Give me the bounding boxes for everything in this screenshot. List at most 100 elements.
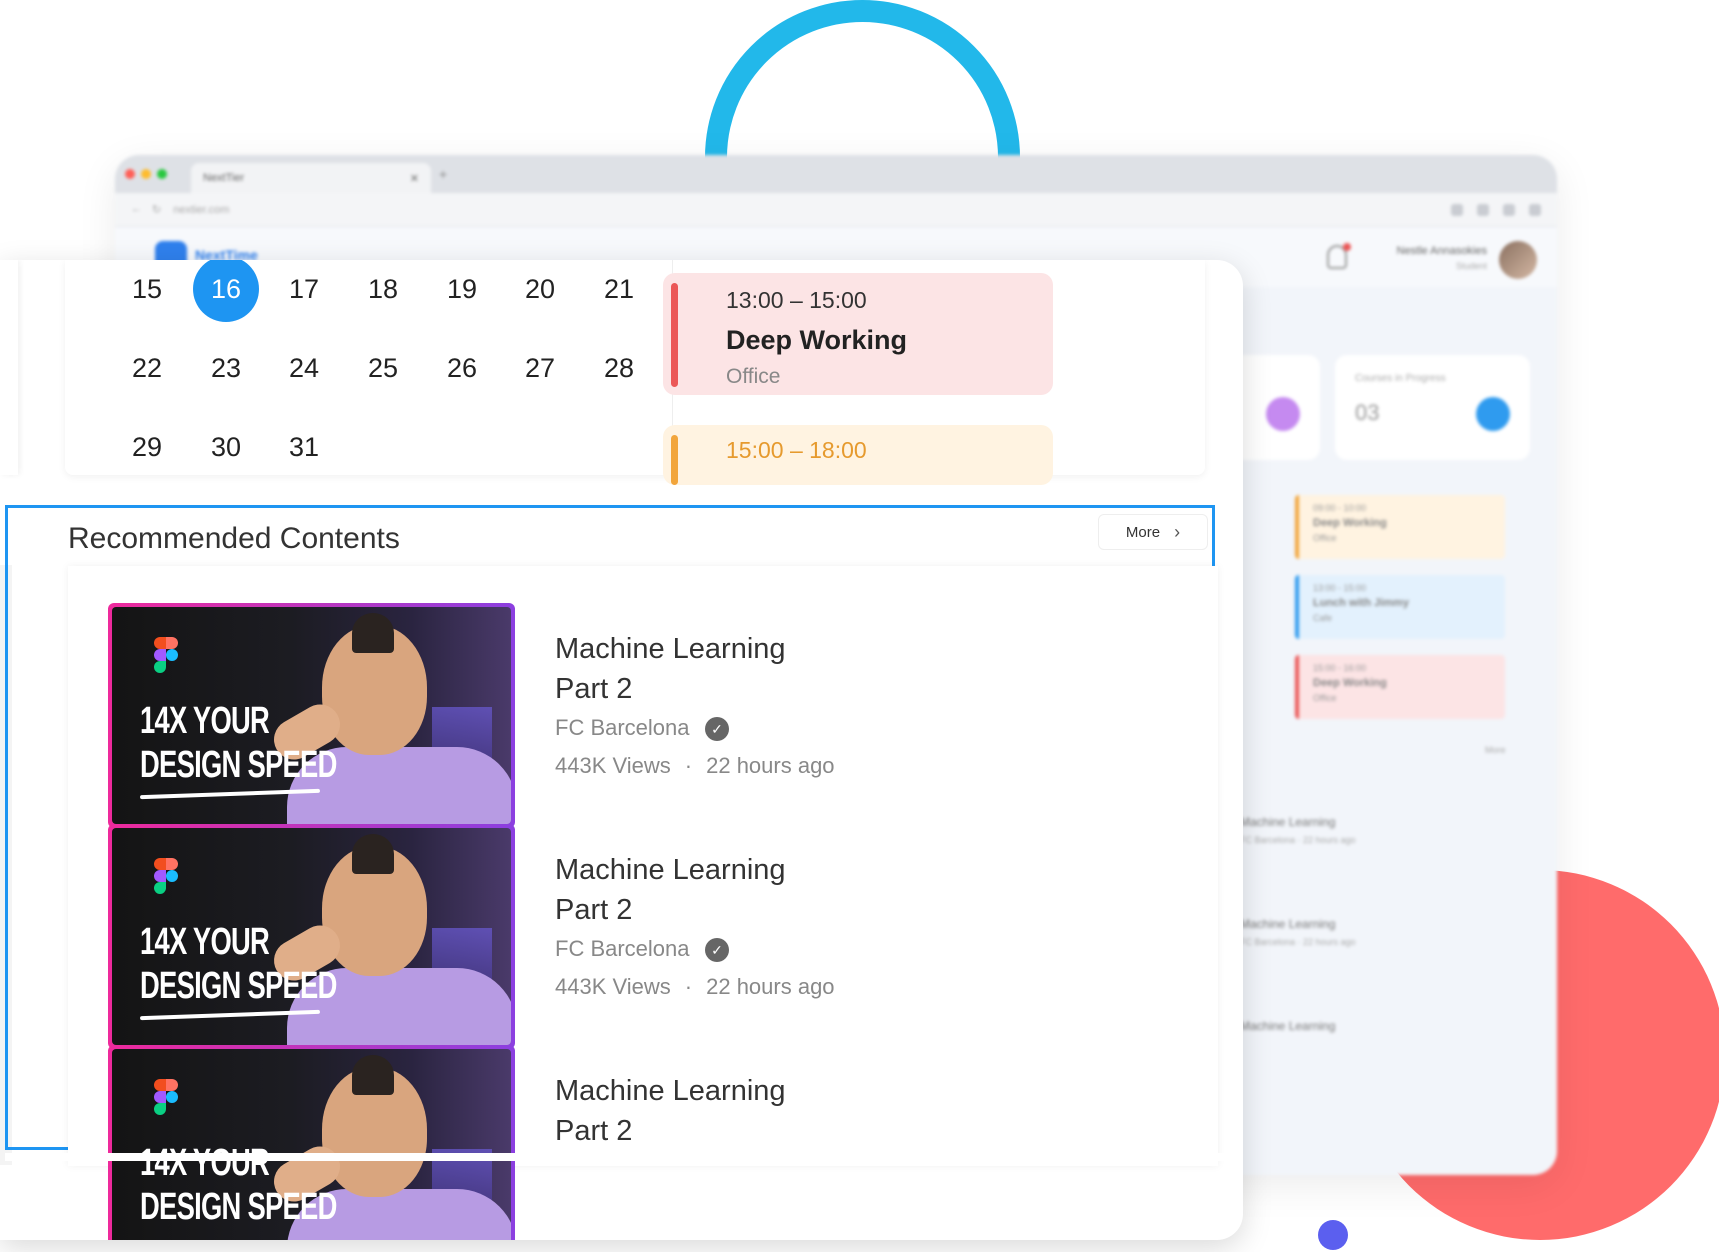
close-window-icon[interactable] [125, 169, 135, 179]
list-item[interactable]: Machine Learning FC Barcelona · 22 hours… [1240, 815, 1440, 845]
maximize-window-icon[interactable] [157, 169, 167, 179]
recommended-list: 14X YOUR DESIGN SPEED Machine Learning P… [68, 566, 1218, 1240]
calendar-day[interactable]: 19 [429, 260, 495, 322]
view-count: 443K Views [555, 974, 671, 999]
event-place: Office [1313, 693, 1337, 703]
video-thumbnail[interactable]: 14X YOUR DESIGN SPEED [108, 824, 515, 1049]
user-role: Student [1455, 261, 1487, 271]
event-card[interactable]: 13:00 - 15:00 Lunch with Jimmy Cafe [1295, 575, 1505, 639]
calendar-day[interactable]: 18 [350, 260, 416, 322]
calendar-day[interactable]: 25 [350, 335, 416, 401]
decorative-dot [1318, 1220, 1348, 1250]
bookmark-icon[interactable] [1477, 203, 1489, 216]
calendar-day[interactable]: 31 [271, 414, 337, 480]
event-place: Office [1313, 533, 1337, 543]
list-item[interactable]: Machine Learning FC Barcelona · 22 hours… [1240, 917, 1440, 947]
menu-icon[interactable] [1529, 203, 1541, 216]
browser-toolbar-icons [1451, 203, 1541, 216]
tab-close-icon[interactable]: ✕ [410, 172, 419, 185]
video-title[interactable]: Machine Learning Part 2 [555, 629, 875, 709]
channel-name[interactable]: FC Barcelona [555, 936, 690, 962]
video-thumbnail[interactable]: 14X YOUR DESIGN SPEED [108, 603, 515, 828]
browser-nav: ← ↻ [131, 203, 161, 216]
video-meta: 443K Views · 22 hours ago [555, 753, 835, 779]
event-time: 15:00 – 18:00 [726, 437, 867, 463]
verified-check-icon: ✓ [705, 717, 729, 741]
calendar-day[interactable]: 20 [507, 260, 573, 322]
browser-url-bar: ← ↻ nextier.com [115, 193, 1557, 227]
reload-icon[interactable]: ↻ [152, 203, 161, 216]
minimize-window-icon[interactable] [141, 169, 151, 179]
video-title[interactable]: Machine Learning Part 2 [555, 850, 875, 930]
verified-check-icon: ✓ [705, 938, 729, 962]
thumbnail-image: 14X YOUR DESIGN SPEED [112, 607, 511, 824]
channel-name[interactable]: FC Barcelona [555, 715, 690, 741]
event-time: 09:00 - 10:00 [1313, 503, 1367, 513]
section-title: Recommended Contents [68, 522, 400, 555]
list-item[interactable]: Machine Learning [1240, 1019, 1440, 1033]
calendar-grid: 15 16 17 18 19 20 21 22 23 24 25 26 27 2… [65, 260, 665, 475]
stat-value: 03 [1355, 400, 1380, 425]
video-title-line: Machine Learning [555, 1075, 786, 1107]
zoomed-dashboard-panel: 15 16 17 18 19 20 21 22 23 24 25 26 27 2… [0, 260, 1243, 1240]
avatar[interactable] [1499, 241, 1537, 279]
list-item-meta: FC Barcelona · 22 hours ago [1240, 835, 1356, 845]
more-button-label: More [1125, 523, 1161, 541]
address-field[interactable]: nextier.com [173, 204, 229, 216]
thumbnail-text-line: 14X YOUR [140, 921, 270, 963]
thumbnail-text-line: DESIGN SPEED [140, 965, 337, 1007]
event-name: Deep Working [1313, 677, 1387, 689]
thumbnail-person-hair [352, 613, 394, 653]
list-item-title: Machine Learning [1240, 1019, 1336, 1033]
notification-dot [1343, 243, 1351, 251]
thumbnail-text-line: 14X YOUR [140, 700, 270, 742]
video-item[interactable]: 14X YOUR DESIGN SPEED Machine Learning P… [108, 603, 1108, 828]
event-place: Cafe [1313, 613, 1333, 623]
event-time: 15:00 - 16:00 [1313, 663, 1367, 673]
video-thumbnail[interactable]: 14X YOUR DESIGN SPEED [108, 1045, 515, 1240]
profile-icon[interactable] [1503, 203, 1515, 216]
calendar-day[interactable]: 21 [586, 260, 652, 322]
calendar-day[interactable]: 30 [193, 414, 259, 480]
recommended-section: Recommended Contents More › 14X YOUR DES… [5, 505, 1218, 1240]
browser-tab[interactable]: NextTier ✕ [191, 163, 431, 193]
event-time: 13:00 – 15:00 [726, 287, 867, 313]
extension-icon[interactable] [1451, 203, 1463, 216]
back-icon[interactable]: ← [131, 203, 142, 216]
calendar-day[interactable]: 17 [271, 260, 337, 322]
list-item-title: Machine Learning [1240, 815, 1336, 829]
upload-age: 22 hours ago [706, 974, 835, 999]
more-button[interactable]: More › [1098, 514, 1208, 550]
video-title-line: Part 2 [555, 673, 633, 705]
upload-age: 22 hours ago [706, 753, 835, 778]
video-item[interactable]: 14X YOUR DESIGN SPEED Machine Learning P… [108, 824, 1108, 1049]
calendar-day[interactable]: 23 [193, 335, 259, 401]
thumbnail-person-hair [352, 834, 394, 874]
event-name: Lunch with Jimmy [1313, 597, 1409, 609]
video-item[interactable]: 14X YOUR DESIGN SPEED Machine Learning P… [108, 1045, 1108, 1240]
list-item-meta: FC Barcelona · 22 hours ago [1240, 937, 1356, 947]
calendar-day[interactable]: 28 [586, 335, 652, 401]
calendar-day[interactable]: 24 [271, 335, 337, 401]
video-title-line: Part 2 [555, 1115, 633, 1147]
background-video-list: Machine Learning FC Barcelona · 22 hours… [1240, 815, 1440, 1105]
calendar-day[interactable]: 22 [114, 335, 180, 401]
schedule-event-card[interactable]: 13:00 – 15:00 Deep Working Office [663, 273, 1053, 395]
more-link[interactable]: More [1485, 745, 1506, 755]
figma-logo-icon [154, 637, 178, 673]
calendar-day[interactable]: 27 [507, 335, 573, 401]
list-item-title: Machine Learning [1240, 917, 1336, 931]
video-title-line: Part 2 [555, 894, 633, 926]
calendar-day[interactable]: 26 [429, 335, 495, 401]
thumbnail-text-line: DESIGN SPEED [140, 744, 337, 786]
stat-label: Courses in Progress [1355, 373, 1446, 384]
schedule-event-card[interactable]: 15:00 – 18:00 [663, 425, 1053, 485]
new-tab-icon[interactable]: + [439, 166, 447, 182]
calendar-day[interactable]: 15 [114, 260, 180, 322]
course-icon [1476, 397, 1510, 431]
calendar-day[interactable]: 29 [114, 414, 180, 480]
video-title[interactable]: Machine Learning Part 2 [555, 1071, 875, 1151]
event-card[interactable]: 09:00 - 10:00 Deep Working Office [1295, 495, 1505, 559]
calendar-day-selected[interactable]: 16 [193, 260, 259, 322]
event-card[interactable]: 15:00 - 16:00 Deep Working Office [1295, 655, 1505, 719]
